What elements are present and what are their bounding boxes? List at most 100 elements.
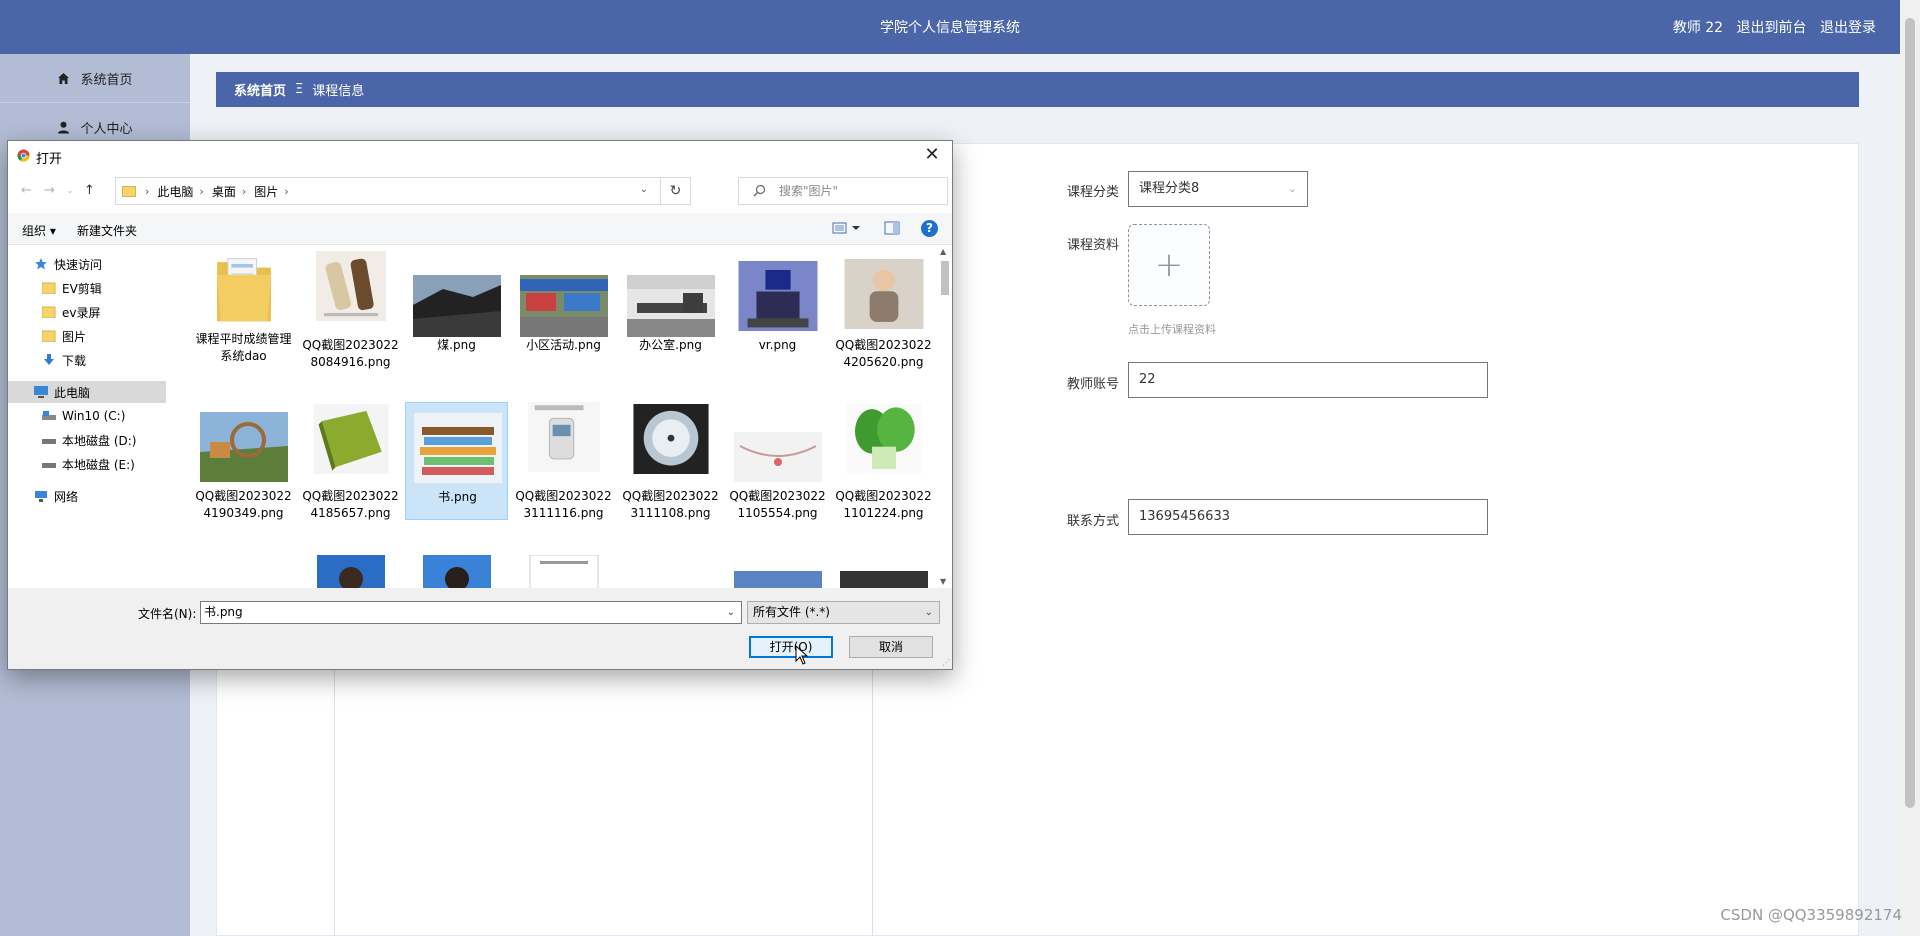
file-item[interactable]: QQ截图20230221101224.png bbox=[832, 402, 935, 520]
image-thumbnail bbox=[846, 404, 922, 474]
chevron-right-icon: › bbox=[199, 184, 204, 198]
upload-tip: 点击上传课程资料 bbox=[1128, 323, 1216, 336]
file-item[interactable]: QQ截图20230224185657.png bbox=[299, 402, 402, 520]
image-thumbnail bbox=[738, 261, 818, 331]
scroll-down-icon[interactable]: ▼ bbox=[940, 577, 946, 586]
filetype-select[interactable]: 所有文件 (*.*) ⌄ bbox=[747, 601, 940, 624]
category-select[interactable]: 课程分类8 ⌄ bbox=[1128, 171, 1308, 207]
teacher-account-input[interactable]: 22 bbox=[1128, 362, 1488, 398]
file-item[interactable] bbox=[405, 551, 508, 588]
file-item[interactable] bbox=[726, 551, 829, 588]
folder-icon bbox=[42, 306, 56, 318]
image-thumbnail bbox=[423, 555, 491, 588]
organize-menu[interactable]: 组织 ▾ bbox=[22, 222, 56, 239]
folder-icon bbox=[122, 185, 136, 197]
filename-input[interactable]: 书.png ⌄ bbox=[200, 601, 742, 624]
nav-item-label: 本地磁盘 (D:) bbox=[62, 433, 137, 448]
image-thumbnail bbox=[414, 413, 502, 483]
nav-item-drive-e[interactable]: 本地磁盘 (E:) bbox=[8, 453, 166, 475]
nav-item-quick-access[interactable]: 快速访问 bbox=[8, 253, 166, 275]
teacher-account-label: 教师账号 bbox=[1067, 377, 1120, 392]
refresh-icon[interactable]: ↻ bbox=[660, 178, 690, 204]
file-name: 办公室.png bbox=[639, 338, 702, 352]
file-item[interactable] bbox=[299, 551, 402, 588]
nav-item-label: 网络 bbox=[54, 489, 79, 504]
resize-grip-icon[interactable]: ⋰ bbox=[942, 658, 950, 667]
open-button[interactable]: 打开(O) bbox=[749, 636, 833, 658]
new-folder-button[interactable]: 新建文件夹 bbox=[77, 222, 137, 239]
back-arrow-icon[interactable]: ← bbox=[21, 183, 32, 198]
file-item[interactable]: QQ截图20230223111108.png bbox=[619, 402, 722, 520]
file-item[interactable] bbox=[832, 551, 935, 588]
nav-item-drive-c[interactable]: Win10 (C:) bbox=[8, 405, 166, 427]
breadcrumb-home[interactable]: 系统首页 bbox=[234, 80, 286, 99]
preview-pane-icon[interactable] bbox=[884, 221, 900, 235]
file-name: QQ截图20230228084916.png bbox=[302, 338, 399, 369]
file-name: QQ截图20230224190349.png bbox=[195, 489, 292, 520]
image-thumbnail bbox=[844, 259, 924, 329]
file-list-scrollbar[interactable]: ▲ ▼ bbox=[938, 245, 952, 588]
cancel-button[interactable]: 取消 bbox=[849, 636, 933, 658]
folder-icon bbox=[217, 258, 271, 322]
path-segment[interactable]: 图片 bbox=[254, 183, 278, 200]
path-segment[interactable]: 桌面 bbox=[212, 183, 236, 200]
logout-link[interactable]: 退出登录 bbox=[1820, 20, 1876, 36]
nav-item-ev-edit[interactable]: EV剪辑 bbox=[8, 277, 166, 299]
file-item[interactable]: QQ截图20230223111116.png bbox=[512, 402, 615, 520]
nav-item-label: 快速访问 bbox=[54, 257, 103, 272]
nav-item-ev-record[interactable]: ev录屏 bbox=[8, 301, 166, 323]
image-thumbnail bbox=[313, 404, 389, 474]
computer-icon bbox=[34, 386, 48, 398]
image-thumbnail bbox=[633, 404, 709, 474]
nav-item-drive-d[interactable]: 本地磁盘 (D:) bbox=[8, 429, 166, 451]
contact-input[interactable]: 13695456633 bbox=[1128, 499, 1488, 535]
file-item[interactable]: QQ截图20230228084916.png bbox=[299, 251, 402, 369]
file-open-dialog: 打开 ✕ ← → ⌄ ↑ › 此电脑 › 桌面 › 图片 › ⌄ ↻ 搜索"图片… bbox=[7, 140, 953, 670]
file-item[interactable]: 煤.png bbox=[405, 251, 508, 369]
file-item-selected[interactable]: 书.png bbox=[405, 402, 508, 520]
file-name: QQ截图20230223111108.png bbox=[622, 489, 719, 520]
network-icon bbox=[35, 491, 47, 502]
header-user-area: 教师 22 退出到前台 退出登录 bbox=[1664, 17, 1876, 37]
help-icon[interactable]: ? bbox=[921, 220, 938, 237]
dialog-titlebar[interactable]: 打开 ✕ bbox=[8, 141, 952, 171]
sidebar-item-label: 个人中心 bbox=[80, 121, 133, 137]
scrollbar-thumb[interactable] bbox=[941, 261, 949, 295]
nav-item-network[interactable]: 网络 bbox=[8, 485, 166, 507]
sidebar-item-home[interactable]: 系统首页 bbox=[0, 54, 190, 102]
navigation-pane: 快速访问 EV剪辑 ev录屏 图片 下载 此电脑 Win10 (C:) 本地磁盘… bbox=[8, 245, 166, 588]
file-item[interactable]: QQ截图20230224205620.png bbox=[832, 251, 935, 369]
chevron-down-icon[interactable]: ⌄ bbox=[640, 184, 648, 195]
nav-item-downloads[interactable]: 下载 bbox=[8, 349, 166, 371]
file-item[interactable]: 小区活动.png bbox=[512, 251, 615, 369]
file-item[interactable]: 办公室.png bbox=[619, 251, 722, 369]
view-options-icon[interactable] bbox=[832, 221, 862, 235]
up-arrow-icon[interactable]: ↑ bbox=[84, 183, 95, 198]
image-thumbnail bbox=[627, 275, 715, 337]
exit-to-front-link[interactable]: 退出到前台 bbox=[1737, 20, 1807, 36]
breadcrumb: 系统首页 Ξ 课程信息 bbox=[216, 72, 1859, 107]
image-thumbnail bbox=[520, 275, 608, 337]
file-item[interactable]: QQ截图20230224190349.png bbox=[192, 402, 295, 520]
user-icon bbox=[58, 121, 70, 133]
search-input[interactable]: 搜索"图片" bbox=[738, 177, 948, 205]
address-bar[interactable]: › 此电脑 › 桌面 › 图片 › ⌄ ↻ bbox=[115, 177, 691, 205]
file-item[interactable]: vr.png bbox=[726, 251, 829, 369]
scroll-up-icon[interactable]: ▲ bbox=[940, 247, 946, 256]
nav-item-label: Win10 (C:) bbox=[62, 409, 126, 423]
material-upload-button[interactable]: + bbox=[1128, 224, 1210, 306]
path-segment[interactable]: 此电脑 bbox=[157, 183, 193, 200]
chevron-down-icon[interactable]: ⌄ bbox=[727, 602, 735, 623]
forward-arrow-icon[interactable]: → bbox=[44, 183, 55, 198]
nav-item-this-pc[interactable]: 此电脑 bbox=[8, 381, 166, 403]
close-icon[interactable]: ✕ bbox=[920, 143, 944, 167]
recent-dropdown-icon[interactable]: ⌄ bbox=[66, 186, 74, 196]
scrollbar-thumb[interactable] bbox=[1905, 18, 1915, 808]
file-item[interactable] bbox=[512, 551, 615, 588]
nav-item-pictures[interactable]: 图片 bbox=[8, 325, 166, 347]
file-item[interactable]: QQ截图20230221105554.png bbox=[726, 402, 829, 520]
filename-label: 文件名(N): bbox=[138, 607, 197, 621]
contact-label: 联系方式 bbox=[1067, 514, 1120, 529]
page-scrollbar[interactable] bbox=[1900, 0, 1920, 936]
file-item[interactable]: 课程平时成绩管理系统dao bbox=[192, 251, 295, 369]
